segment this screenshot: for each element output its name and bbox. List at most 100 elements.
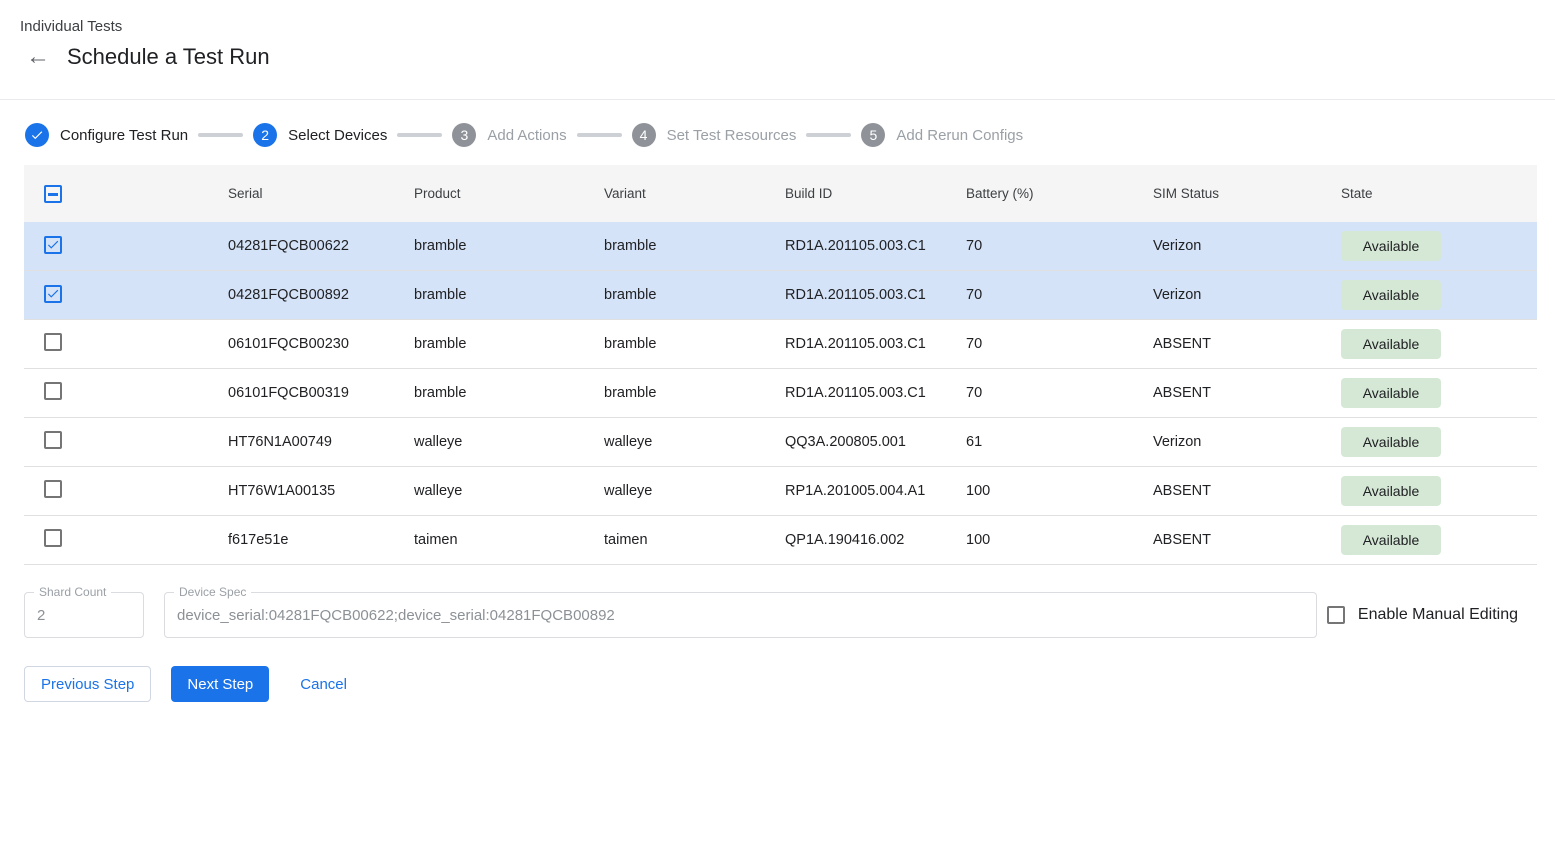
cell-build-id: QQ3A.200805.001 [785,434,966,450]
cell-build-id: RD1A.201105.003.C1 [785,238,966,254]
step-number-badge: 4 [632,123,656,147]
cell-build-id: RP1A.201005.004.A1 [785,483,966,499]
stepper-connector [577,133,622,137]
stepper-step-3[interactable]: 3Add Actions [452,123,566,147]
enable-manual-editing-toggle[interactable]: Enable Manual Editing [1327,606,1518,624]
enable-manual-editing-label: Enable Manual Editing [1358,606,1518,624]
state-badge: Available [1341,476,1441,506]
state-badge: Available [1341,525,1441,555]
step-number-badge: 5 [861,123,885,147]
shard-count-value: 2 [25,607,57,624]
device-row[interactable]: HT76N1A00749walleyewalleyeQQ3A.200805.00… [24,418,1537,467]
breadcrumb: Individual Tests [20,18,1555,35]
device-table: Serial Product Variant Build ID Battery … [24,165,1537,565]
device-row-checkbox[interactable] [44,333,62,351]
column-header-serial: Serial [228,186,414,201]
device-spec-label: Device Spec [174,585,251,599]
stepper-step-5[interactable]: 5 Add Rerun Configs [861,123,1023,147]
state-badge: Available [1341,329,1441,359]
cell-product: walleye [414,483,604,499]
cell-product: taimen [414,532,604,548]
previous-step-button[interactable]: Previous Step [24,666,151,702]
cell-battery: 70 [966,238,1153,254]
device-row-checkbox[interactable] [44,382,62,400]
state-badge: Available [1341,280,1441,310]
cell-variant: bramble [604,336,785,352]
cell-product: bramble [414,238,604,254]
page-title: Schedule a Test Run [67,44,270,70]
cancel-button[interactable]: Cancel [284,666,363,702]
cell-product: bramble [414,287,604,303]
stepper-step-label: Add Actions [487,127,566,144]
stepper: Configure Test Run 2Select Devices 3Add Ac… [0,100,1555,165]
stepper-step-label: Add Rerun Configs [896,127,1023,144]
cell-serial: 06101FQCB00319 [228,385,414,401]
table-body: 04281FQCB00622bramblebrambleRD1A.201105.… [24,222,1537,565]
device-row[interactable]: 04281FQCB00892bramblebrambleRD1A.201105.… [24,271,1537,320]
cell-sim-status: Verizon [1153,287,1341,303]
step-number-badge: 2 [253,123,277,147]
device-row-checkbox[interactable] [44,236,62,254]
cell-sim-status: ABSENT [1153,385,1341,401]
column-header-variant: Variant [604,186,785,201]
device-row[interactable]: 04281FQCB00622bramblebrambleRD1A.201105.… [24,222,1537,271]
column-header-battery: Battery (%) [966,186,1153,201]
cell-sim-status: ABSENT [1153,336,1341,352]
cell-battery: 70 [966,336,1153,352]
table-header-row: Serial Product Variant Build ID Battery … [24,165,1537,222]
stepper-connector [397,133,442,137]
device-row[interactable]: 06101FQCB00319bramblebrambleRD1A.201105.… [24,369,1537,418]
enable-manual-editing-checkbox[interactable] [1327,606,1345,624]
select-all-checkbox[interactable] [44,185,62,203]
cell-sim-status: Verizon [1153,238,1341,254]
state-badge: Available [1341,378,1441,408]
state-badge: Available [1341,427,1441,457]
device-row-checkbox[interactable] [44,529,62,547]
device-spec-value: device_serial:04281FQCB00622;device_seri… [165,607,627,624]
next-step-button[interactable]: Next Step [171,666,269,702]
page-header: Individual Tests ← Schedule a Test Run [0,0,1555,100]
shard-count-label: Shard Count [34,585,111,599]
cell-serial: 04281FQCB00622 [228,238,414,254]
cell-serial: HT76N1A00749 [228,434,414,450]
arrow-back-icon[interactable]: ← [26,45,50,69]
cell-sim-status: Verizon [1153,434,1341,450]
device-row-checkbox[interactable] [44,480,62,498]
device-row-checkbox[interactable] [44,285,62,303]
stepper-connector [198,133,243,137]
cell-build-id: RD1A.201105.003.C1 [785,287,966,303]
cell-battery: 70 [966,287,1153,303]
cell-battery: 61 [966,434,1153,450]
cell-variant: bramble [604,385,785,401]
cell-sim-status: ABSENT [1153,483,1341,499]
cell-variant: bramble [604,238,785,254]
column-header-state: State [1341,186,1537,201]
column-header-sim-status: SIM Status [1153,186,1341,201]
cell-product: walleye [414,434,604,450]
cell-variant: bramble [604,287,785,303]
cell-variant: walleye [604,434,785,450]
stepper-step-label: Set Test Resources [667,127,797,144]
device-spec-field[interactable]: Device Spec device_serial:04281FQCB00622… [164,592,1317,638]
cell-serial: 06101FQCB00230 [228,336,414,352]
stepper-step-1[interactable]: Configure Test Run [25,123,188,147]
cell-serial: 04281FQCB00892 [228,287,414,303]
device-row[interactable]: 06101FQCB00230bramblebrambleRD1A.201105.… [24,320,1537,369]
device-row-checkbox[interactable] [44,431,62,449]
device-options-row: Shard Count 2 Device Spec device_serial:… [24,592,1518,638]
column-header-build-id: Build ID [785,186,966,201]
cell-product: bramble [414,385,604,401]
stepper-step-label: Configure Test Run [60,127,188,144]
stepper-step-4[interactable]: 4 Set Test Resources [632,123,797,147]
device-row[interactable]: f617e51etaimentaimenQP1A.190416.002100AB… [24,516,1537,565]
stepper-step-2[interactable]: 2Select Devices [253,123,387,147]
cell-product: bramble [414,336,604,352]
check-icon [25,123,49,147]
cell-sim-status: ABSENT [1153,532,1341,548]
shard-count-field[interactable]: Shard Count 2 [24,592,144,638]
stepper-connector [806,133,851,137]
device-row[interactable]: HT76W1A00135walleyewalleyeRP1A.201005.00… [24,467,1537,516]
cell-build-id: RD1A.201105.003.C1 [785,336,966,352]
cell-build-id: RD1A.201105.003.C1 [785,385,966,401]
cell-battery: 100 [966,532,1153,548]
